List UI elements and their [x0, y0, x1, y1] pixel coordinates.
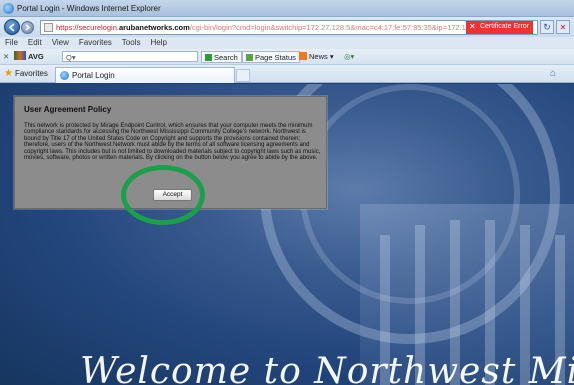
news-label: News ▾	[309, 52, 334, 61]
refresh-button[interactable]: ↻	[540, 20, 554, 34]
search-icon	[205, 54, 212, 61]
stop-icon: ✕	[559, 23, 567, 32]
dialog-body: This network is protected by Mirage Endp…	[24, 123, 321, 162]
page-status-button[interactable]: Page Status	[242, 51, 300, 63]
home-icon[interactable]: ⌂	[550, 68, 556, 79]
news-icon	[299, 52, 307, 60]
url-prefix: https://securelogin.	[56, 23, 119, 32]
back-button[interactable]	[4, 19, 20, 35]
tab-label: Portal Login	[72, 71, 115, 80]
menu-tools[interactable]: Tools	[117, 37, 146, 47]
globe-icon[interactable]: ◎▾	[344, 51, 354, 63]
news-button[interactable]: News ▾	[299, 51, 334, 63]
window-title: Portal Login - Windows Internet Explorer	[17, 4, 161, 13]
certificate-error-badge[interactable]: Certificate Error	[465, 21, 533, 34]
url-text: https://securelogin.arubanetworks.com/cg…	[56, 23, 530, 32]
tab-ie-icon	[60, 71, 69, 80]
search-button-label: Search	[214, 53, 238, 62]
page-status-icon	[246, 54, 253, 61]
avg-button[interactable]: AVG	[14, 51, 44, 63]
avg-label: AVG	[28, 52, 44, 61]
close-icon[interactable]: ✕	[3, 51, 9, 63]
address-row: https://securelogin.arubanetworks.com/cg…	[0, 17, 574, 37]
toolbar-search-input[interactable]: Q▾	[62, 51, 198, 62]
forward-icon	[25, 24, 31, 31]
menu-file[interactable]: File	[0, 37, 23, 47]
lock-icon	[44, 23, 53, 32]
ie-logo-icon	[3, 3, 14, 14]
menu-favorites[interactable]: Favorites	[74, 37, 117, 47]
avg-toolbar: ✕ AVG Q▾ Search Page Status News ▾ ◎▾	[0, 49, 574, 65]
refresh-icon: ↻	[543, 22, 551, 32]
back-icon	[8, 23, 15, 32]
favorites-star-icon: ★	[4, 68, 13, 79]
stop-button[interactable]: ✕	[556, 20, 570, 34]
favorites-button[interactable]: ★ Favorites	[4, 68, 48, 79]
menu-view[interactable]: View	[47, 37, 74, 47]
window-title-bar: Portal Login - Windows Internet Explorer	[0, 0, 574, 17]
menu-help[interactable]: Help	[145, 37, 171, 47]
highlight-circle	[121, 165, 205, 225]
dialog-title: User Agreement Policy	[24, 105, 112, 114]
tab-portal-login[interactable]: Portal Login	[55, 67, 235, 83]
page-status-label: Page Status	[255, 53, 296, 62]
menu-bar: File Edit View Favorites Tools Help	[0, 37, 574, 49]
welcome-banner: Welcome to Northwest Mississippi	[80, 351, 574, 385]
forward-button[interactable]	[21, 21, 34, 34]
search-button[interactable]: Search	[201, 51, 242, 63]
favorites-bar: ★ Favorites Portal Login ⌂	[0, 65, 574, 83]
url-domain: arubanetworks.com	[118, 23, 190, 32]
menu-edit[interactable]: Edit	[23, 37, 47, 47]
new-tab-button[interactable]	[236, 69, 250, 82]
address-input[interactable]: https://securelogin.arubanetworks.com/cg…	[40, 20, 538, 35]
avg-logo-icon	[14, 51, 26, 60]
favorites-label: Favorites	[14, 69, 48, 78]
